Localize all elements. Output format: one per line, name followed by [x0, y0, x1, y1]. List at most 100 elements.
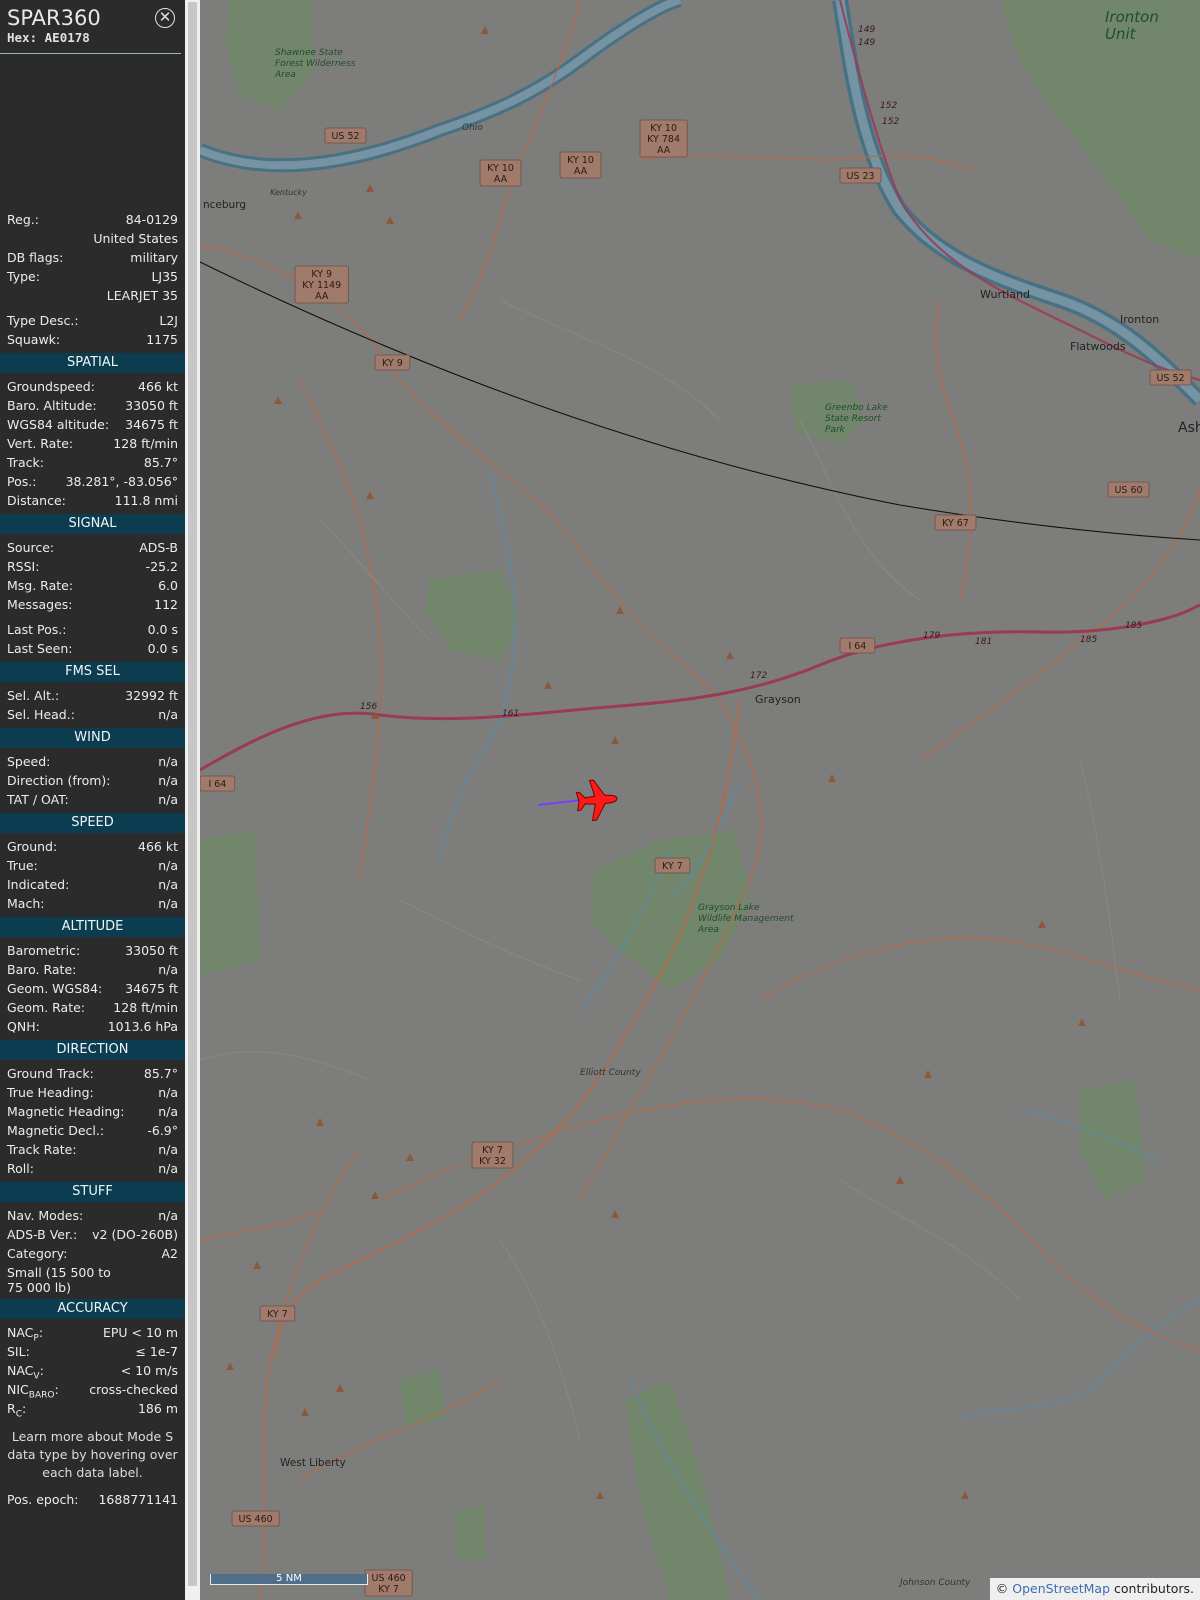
- speed-mach-label[interactable]: Mach:: [7, 894, 44, 913]
- mile-marker: 179: [923, 631, 940, 641]
- direction-magnetic-decl-row: Magnetic Decl.: -6.9°: [0, 1121, 185, 1140]
- section-header-fms-sel: FMS SEL: [0, 662, 185, 682]
- section-header-wind: WIND: [0, 728, 185, 748]
- direction-track-rate-value: n/a: [158, 1142, 178, 1157]
- route-shield-label: KY 9: [382, 358, 403, 369]
- route-shield-label: KY 32: [479, 1156, 506, 1167]
- rc-label[interactable]: RC:: [7, 1399, 26, 1420]
- aircraft-info-panel: SPAR360 Hex: AE0178 ✕ Reg.: 84-0129 United…: [0, 0, 185, 1600]
- fms-sel-sel-head-label[interactable]: Sel. Head.:: [7, 705, 75, 724]
- photo-placeholder: [0, 54, 185, 210]
- nacp-label[interactable]: NACP:: [7, 1323, 43, 1344]
- signal-source-label[interactable]: Source:: [7, 538, 54, 557]
- spatial-baro-altitude-label[interactable]: Baro. Altitude:: [7, 396, 97, 415]
- signal-rssi-label[interactable]: RSSI:: [7, 557, 39, 576]
- route-shield-label: KY 7: [378, 1584, 399, 1595]
- signal-rssi-value: -25.2: [145, 559, 178, 574]
- stuff-category-label[interactable]: Category:: [7, 1244, 67, 1263]
- signal-msg-rate-label[interactable]: Msg. Rate:: [7, 576, 73, 595]
- mile-marker: 181: [975, 637, 992, 647]
- place-label: Shawnee State: [275, 48, 343, 58]
- rc-row: RC: 186 m: [0, 1399, 185, 1420]
- map-canvas[interactable]: IrontonUnitShawnee StateForest Wildernes…: [200, 0, 1200, 1600]
- place-label: Flatwoods: [1070, 340, 1126, 353]
- nacv-label[interactable]: NACV:: [7, 1361, 44, 1382]
- speed-indicated-label[interactable]: Indicated:: [7, 875, 69, 894]
- info-reg-0-label[interactable]: Reg.:: [7, 210, 39, 229]
- altitude-barometric-value: 33050 ft: [125, 943, 178, 958]
- wind-speed-label[interactable]: Speed:: [7, 752, 50, 771]
- close-icon[interactable]: ✕: [155, 8, 175, 28]
- direction-roll-label[interactable]: Roll:: [7, 1159, 34, 1178]
- place-label: Park: [825, 425, 846, 435]
- route-shield-label: I 64: [208, 779, 226, 790]
- spatial-pos-row: Pos.: 38.281°, -83.056°: [0, 472, 185, 491]
- speed-true-label[interactable]: True:: [7, 856, 38, 875]
- route-shield-label: US 52: [331, 131, 359, 142]
- nacp-value: EPU < 10 m: [102, 1325, 178, 1340]
- direction-true-heading-label[interactable]: True Heading:: [7, 1083, 94, 1102]
- speed-ground-value: 466 kt: [138, 839, 178, 854]
- direction-track-rate-label[interactable]: Track Rate:: [7, 1140, 77, 1159]
- map-view[interactable]: Ironton Unit Shawnee State Forest Wildernes…: [200, 0, 1200, 1600]
- speed-ground-label[interactable]: Ground:: [7, 837, 57, 856]
- wind-tat-oat-label[interactable]: TAT / OAT:: [7, 790, 69, 809]
- info-continued-4-value: LEARJET 35: [106, 288, 178, 303]
- route-shield-label: I 64: [848, 641, 866, 652]
- spatial-pos-value: 38.281°, -83.056°: [65, 474, 178, 489]
- stuff-ads-b-ver-label[interactable]: ADS-B Ver.:: [7, 1225, 77, 1244]
- direction-magnetic-decl-label[interactable]: Magnetic Decl.:: [7, 1121, 104, 1140]
- info-continued-4-row: LEARJET 35: [0, 286, 185, 305]
- epoch-row: Pos. epoch: 1688771141: [0, 1490, 185, 1509]
- section-header-spatial: SPATIAL: [0, 353, 185, 373]
- map-attribution: © OpenStreetMap contributors.: [989, 1578, 1200, 1600]
- spatial-track-label[interactable]: Track:: [7, 453, 44, 472]
- attribution-suffix: contributors.: [1114, 1581, 1194, 1596]
- info-type-3-label[interactable]: Type:: [7, 267, 40, 286]
- info-db-flags-2-value: military: [130, 250, 178, 265]
- signal-messages-label[interactable]: Messages:: [7, 595, 73, 614]
- panel-scrollbar-thumb[interactable]: [188, 2, 197, 1586]
- stuff-nav-modes-label[interactable]: Nav. Modes:: [7, 1206, 83, 1225]
- place-label: Grayson: [755, 693, 801, 706]
- mile-marker: 152: [880, 101, 897, 111]
- rc-value: 186 m: [137, 1401, 178, 1416]
- callsign: SPAR360: [7, 6, 101, 30]
- direction-ground-track-value: 85.7°: [143, 1066, 178, 1081]
- info-type-desc-5-label[interactable]: Type Desc.:: [7, 311, 79, 330]
- fms-sel-sel-alt-label[interactable]: Sel. Alt.:: [7, 686, 59, 705]
- route-shield-label: AA: [574, 166, 588, 177]
- sil-label[interactable]: SIL:: [7, 1342, 30, 1361]
- altitude-baro-rate-label[interactable]: Baro. Rate:: [7, 960, 76, 979]
- speed-ground-row: Ground: 466 kt: [0, 837, 185, 856]
- altitude-qnh-label[interactable]: QNH:: [7, 1017, 40, 1036]
- direction-magnetic-heading-label[interactable]: Magnetic Heading:: [7, 1102, 124, 1121]
- spatial-pos-label[interactable]: Pos.:: [7, 472, 36, 491]
- altitude-barometric-label[interactable]: Barometric:: [7, 941, 80, 960]
- spatial-vert-rate-label[interactable]: Vert. Rate:: [7, 434, 73, 453]
- altitude-geom-rate-label[interactable]: Geom. Rate:: [7, 998, 85, 1017]
- spatial-wgs84-altitude-label[interactable]: WGS84 altitude:: [7, 415, 109, 434]
- altitude-baro-rate-value: n/a: [158, 962, 178, 977]
- spatial-groundspeed-label[interactable]: Groundspeed:: [7, 377, 95, 396]
- panel-header: SPAR360 Hex: AE0178 ✕: [0, 0, 181, 54]
- altitude-geom-wgs84-label[interactable]: Geom. WGS84:: [7, 979, 102, 998]
- info-db-flags-2-label[interactable]: DB flags:: [7, 248, 63, 267]
- route-shield-label: US 460: [372, 1573, 406, 1584]
- accuracy-rows: NACP: EPU < 10 m SIL: ≤ 1e-7 NACV: < 10 m/s…: [0, 1323, 185, 1420]
- direction-ground-track-label[interactable]: Ground Track:: [7, 1064, 94, 1083]
- wind-direction-from-label[interactable]: Direction (from):: [7, 771, 111, 790]
- place-label: nceburg: [203, 199, 246, 211]
- spatial-vert-rate-row: Vert. Rate: 128 ft/min: [0, 434, 185, 453]
- nic-label[interactable]: NICBARO:: [7, 1380, 59, 1401]
- signal-last-seen-label[interactable]: Last Seen:: [7, 639, 72, 658]
- spatial-distance-label[interactable]: Distance:: [7, 491, 66, 510]
- route-shield-label: KY 67: [942, 518, 969, 529]
- osm-link[interactable]: OpenStreetMap: [1012, 1581, 1110, 1596]
- info-squawk-6-label[interactable]: Squawk:: [7, 330, 60, 349]
- wind-tat-oat-row: TAT / OAT: n/a: [0, 790, 185, 809]
- mile-marker: 149: [858, 25, 875, 35]
- epoch-label[interactable]: Pos. epoch:: [7, 1490, 78, 1509]
- signal-last-pos-label[interactable]: Last Pos.:: [7, 620, 66, 639]
- place-label: Johnson County: [898, 1578, 971, 1588]
